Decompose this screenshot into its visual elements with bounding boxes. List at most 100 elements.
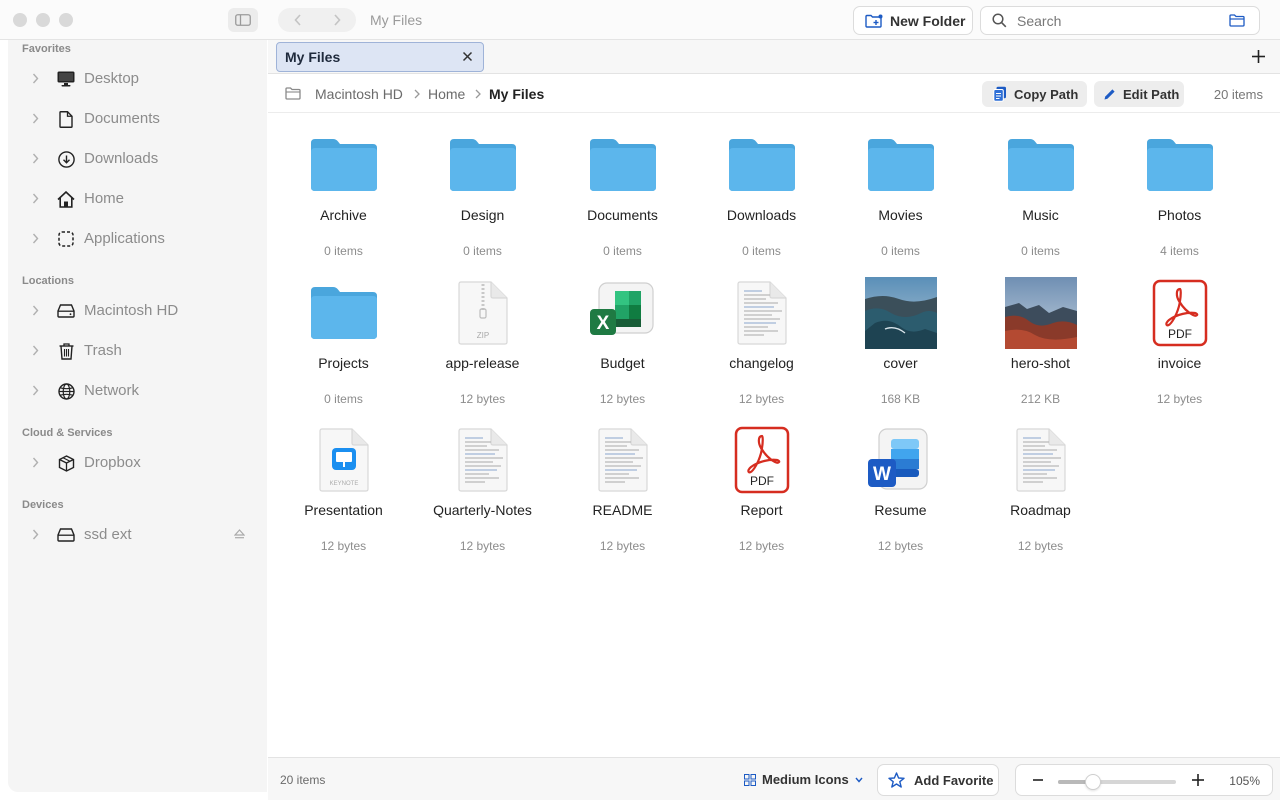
- pdf-file-icon: PDF: [725, 423, 799, 497]
- sidebar-item-downloads[interactable]: Downloads: [8, 142, 267, 176]
- file-item[interactable]: W Resume 12 bytes: [831, 415, 970, 562]
- edit-path-label: Edit Path: [1123, 86, 1180, 102]
- item-detail: 0 items: [324, 244, 363, 258]
- sidebar-section-locations: Locations: [22, 275, 74, 287]
- file-item[interactable]: X Budget 12 bytes: [553, 268, 692, 415]
- sidebar-item-label: Macintosh HD: [84, 302, 179, 319]
- sidebar-item-applications[interactable]: Applications: [8, 222, 267, 256]
- folder-item[interactable]: Archive 0 items: [274, 120, 413, 267]
- folder-item[interactable]: Design 0 items: [413, 120, 552, 267]
- sidebar-item-dropbox[interactable]: Dropbox: [8, 446, 267, 480]
- search-field[interactable]: [980, 6, 1260, 35]
- sidebar-section-cloud-services: Cloud & Services: [22, 427, 113, 439]
- search-input[interactable]: [1017, 12, 1217, 29]
- folder-icon: [586, 128, 660, 202]
- sidebar-item-macintosh-hd[interactable]: Macintosh HD: [8, 294, 267, 328]
- chevron-right-icon[interactable]: [32, 345, 39, 356]
- item-detail: 0 items: [742, 244, 781, 258]
- sidebar-toggle-button[interactable]: [228, 8, 258, 32]
- folder-item[interactable]: Documents 0 items: [553, 120, 692, 267]
- folder-icon: [446, 128, 520, 202]
- file-item[interactable]: ZIP app-release 12 bytes: [413, 268, 552, 415]
- item-detail: 12 bytes: [320, 539, 367, 553]
- file-item[interactable]: PDF Report 12 bytes: [692, 415, 831, 562]
- folder-item[interactable]: Downloads 0 items: [692, 120, 831, 267]
- breadcrumb-current[interactable]: My Files: [489, 86, 544, 102]
- sidebar-item-home[interactable]: Home: [8, 182, 267, 216]
- close-tab-icon[interactable]: [462, 51, 473, 62]
- sidebar-item-documents[interactable]: Documents: [8, 102, 267, 136]
- zoom-slider[interactable]: [1058, 774, 1176, 790]
- trash-icon: [57, 342, 75, 360]
- file-item[interactable]: cover 168 KB: [831, 268, 970, 415]
- tab-my-files[interactable]: My Files: [276, 42, 484, 72]
- back-button[interactable]: [285, 8, 311, 32]
- tab-label: My Files: [285, 49, 341, 65]
- close-window-button[interactable]: [13, 13, 27, 27]
- item-detail: 12 bytes: [459, 392, 506, 406]
- chevron-right-icon[interactable]: [32, 305, 39, 316]
- sidebar-section-devices: Devices: [22, 499, 64, 511]
- text-file-icon: [446, 423, 520, 497]
- folder-item[interactable]: Movies 0 items: [831, 120, 970, 267]
- sidebar: Favorites Desktop Documents Downloads Ho…: [8, 40, 267, 792]
- minimize-window-button[interactable]: [36, 13, 50, 27]
- new-tab-icon[interactable]: [1251, 49, 1266, 64]
- svg-text:KEYNOTE: KEYNOTE: [330, 481, 359, 487]
- file-item[interactable]: changelog 12 bytes: [692, 268, 831, 415]
- chevron-right-icon[interactable]: [32, 153, 39, 164]
- item-name: Photos: [1157, 207, 1202, 223]
- copy-path-button[interactable]: Copy Path: [982, 81, 1087, 107]
- zip-file-icon: ZIP: [446, 276, 520, 350]
- file-item[interactable]: Quarterly-Notes 12 bytes: [413, 415, 552, 562]
- file-item[interactable]: Roadmap 12 bytes: [971, 415, 1110, 562]
- zoom-out-icon[interactable]: [1032, 773, 1044, 787]
- folder-item[interactable]: Projects 0 items: [274, 268, 413, 415]
- pdf-file-icon: PDF: [1143, 276, 1217, 350]
- item-detail: 12 bytes: [599, 392, 646, 406]
- image-thumbnail: [864, 276, 938, 350]
- chevron-right-icon[interactable]: [32, 233, 39, 244]
- file-item[interactable]: README 12 bytes: [553, 415, 692, 562]
- eject-icon[interactable]: [234, 529, 245, 539]
- new-folder-button[interactable]: New Folder: [853, 6, 973, 35]
- chevron-right-icon[interactable]: [32, 529, 39, 540]
- folder-icon: [1004, 128, 1078, 202]
- file-item[interactable]: KEYNOTE Presentation 12 bytes: [274, 415, 413, 562]
- chevron-right-icon[interactable]: [32, 73, 39, 84]
- forward-button[interactable]: [324, 8, 350, 32]
- chevron-left-icon: [293, 14, 301, 26]
- file-item[interactable]: hero-shot 212 KB: [971, 268, 1110, 415]
- sidebar-item-trash[interactable]: Trash: [8, 334, 267, 368]
- globe-icon: [57, 382, 75, 400]
- breadcrumb-home[interactable]: Home: [428, 86, 465, 102]
- folder-item[interactable]: Music 0 items: [971, 120, 1110, 267]
- chevron-right-icon[interactable]: [32, 193, 39, 204]
- sidebar-item-label: Downloads: [84, 150, 159, 167]
- item-name: Quarterly-Notes: [433, 502, 532, 518]
- folder-scope-icon[interactable]: [1229, 14, 1245, 27]
- file-item[interactable]: PDF invoice 12 bytes: [1110, 268, 1249, 415]
- chevron-right-icon[interactable]: [32, 457, 39, 468]
- external-drive-icon: [57, 526, 75, 544]
- sidebar-item-label: Network: [84, 382, 140, 399]
- item-name: hero-shot: [1010, 355, 1071, 371]
- sidebar-item-network[interactable]: Network: [8, 374, 267, 408]
- chevron-right-icon[interactable]: [32, 113, 39, 124]
- file-grid: Archive 0 items Design 0 items Documents 0 it…: [274, 120, 1274, 750]
- sidebar-item-desktop[interactable]: Desktop: [8, 62, 267, 96]
- copy-icon: [993, 86, 1006, 102]
- add-favorite-button[interactable]: Add Favorite: [877, 764, 999, 796]
- chevron-right-icon[interactable]: [32, 385, 39, 396]
- view-mode-dropdown[interactable]: Medium Icons: [744, 772, 863, 787]
- sidebar-item-label: Applications: [84, 230, 165, 247]
- folder-icon: [307, 276, 381, 350]
- zoom-window-button[interactable]: [59, 13, 73, 27]
- box-icon: [57, 454, 75, 472]
- zoom-slider-thumb[interactable]: [1085, 774, 1101, 790]
- edit-path-button[interactable]: Edit Path: [1094, 81, 1184, 107]
- breadcrumb-macintosh-hd[interactable]: Macintosh HD: [315, 86, 403, 102]
- folder-item[interactable]: Photos 4 items: [1110, 120, 1249, 267]
- zoom-in-icon[interactable]: [1191, 773, 1205, 787]
- sidebar-item-ssd-ext[interactable]: ssd ext: [8, 518, 267, 552]
